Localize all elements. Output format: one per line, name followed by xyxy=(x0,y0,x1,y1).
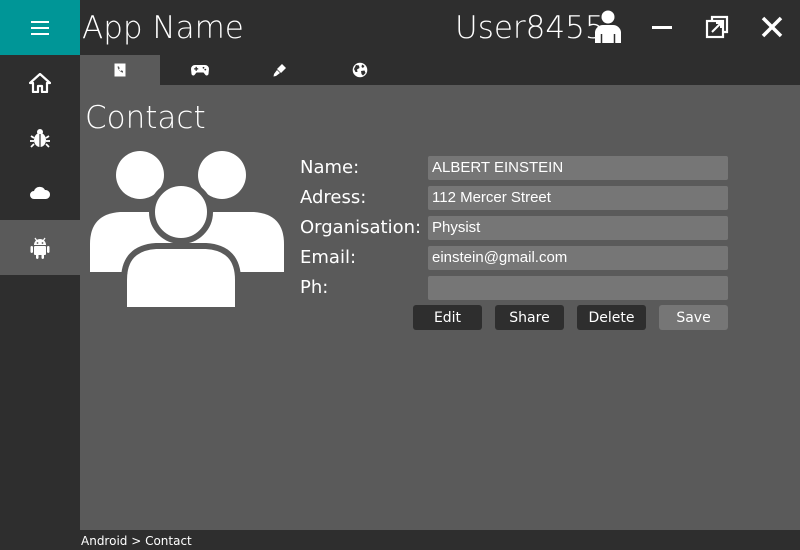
status-bar: Android > Contact xyxy=(80,530,800,550)
sidebar-item-cloud[interactable] xyxy=(0,165,80,220)
app-title: App Name xyxy=(82,10,244,46)
page-title: Contact xyxy=(85,100,206,136)
name-label: Name: xyxy=(300,157,360,178)
user-icon[interactable] xyxy=(592,10,624,44)
phone-label: Ph: xyxy=(300,277,329,298)
brush-icon xyxy=(273,64,286,77)
cloud-icon xyxy=(30,186,51,199)
edit-button[interactable]: Edit xyxy=(413,305,482,330)
tab-globe[interactable] xyxy=(320,55,400,85)
save-button[interactable]: Save xyxy=(659,305,728,330)
tab-contacts[interactable] xyxy=(80,55,160,85)
share-button[interactable]: Share xyxy=(495,305,564,330)
sidebar-item-android[interactable] xyxy=(0,220,80,275)
tab-games[interactable] xyxy=(160,55,240,85)
minimize-button[interactable] xyxy=(646,11,678,43)
sidebar-item-bug[interactable] xyxy=(0,110,80,165)
username[interactable]: User8455 xyxy=(455,10,605,46)
name-field[interactable] xyxy=(428,156,728,180)
tab-bar xyxy=(80,55,800,85)
address-label: Adress: xyxy=(300,187,367,208)
address-field[interactable] xyxy=(428,186,728,210)
restore-button[interactable] xyxy=(701,11,733,43)
bug-icon xyxy=(30,128,50,148)
globe-icon xyxy=(352,62,368,78)
phone-field[interactable] xyxy=(428,276,728,300)
android-icon xyxy=(30,237,50,259)
gamepad-icon xyxy=(191,65,209,76)
breadcrumb: Android > Contact xyxy=(81,534,192,548)
menu-button[interactable] xyxy=(0,0,80,55)
phone-book-icon xyxy=(114,63,126,77)
restore-icon xyxy=(705,15,729,39)
organisation-label: Organisation: xyxy=(300,217,422,238)
delete-button[interactable]: Delete xyxy=(577,305,646,330)
sidebar xyxy=(0,0,80,550)
sidebar-item-home[interactable] xyxy=(0,55,80,110)
hamburger-menu-icon xyxy=(31,20,49,35)
organisation-field[interactable] xyxy=(428,216,728,240)
close-button[interactable] xyxy=(756,11,788,43)
close-icon xyxy=(761,16,783,38)
email-label: Email: xyxy=(300,247,357,268)
email-field[interactable] xyxy=(428,246,728,270)
tab-paint[interactable] xyxy=(240,55,320,85)
home-icon xyxy=(29,72,51,93)
minimize-icon xyxy=(652,26,672,29)
contacts-group-icon xyxy=(90,151,284,313)
title-bar: App Name User8455 xyxy=(80,0,800,55)
